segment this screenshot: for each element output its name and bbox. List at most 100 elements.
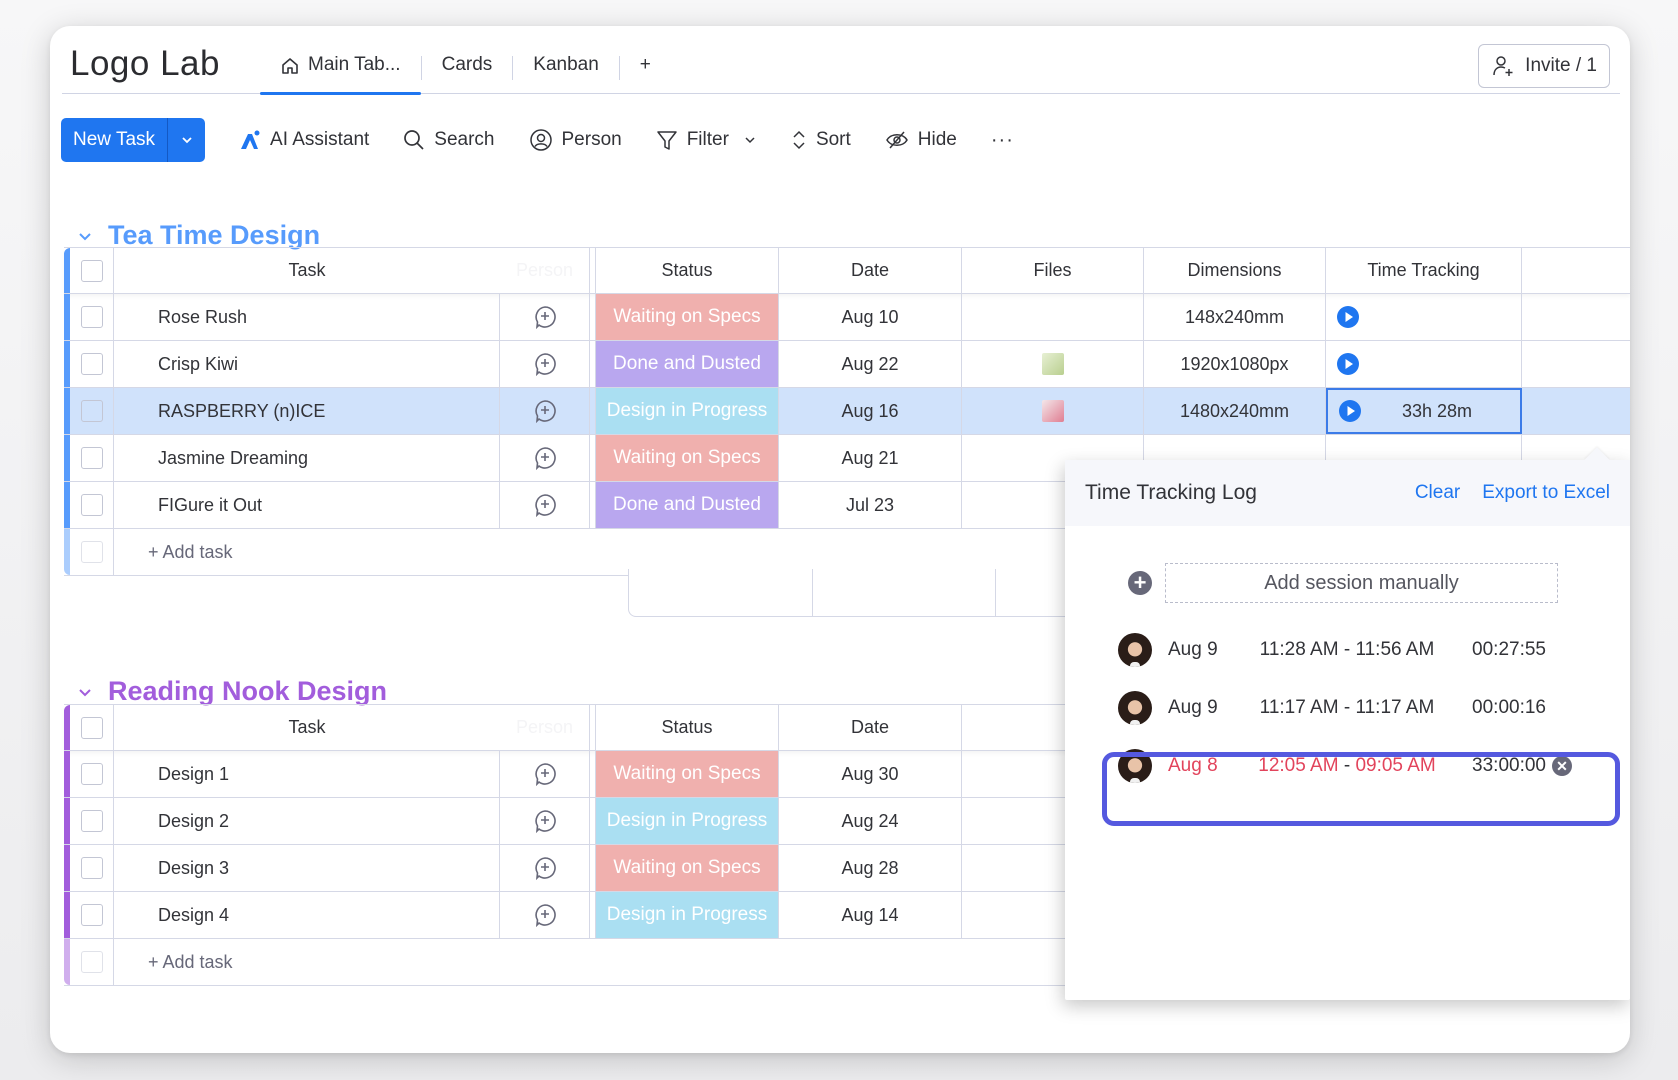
- row-checkbox[interactable]: [80, 306, 103, 328]
- ai-assistant-button[interactable]: AI Assistant: [239, 129, 369, 151]
- start-timer-button[interactable]: [1336, 305, 1360, 329]
- session-end-time[interactable]: 11:17 AM: [1355, 697, 1434, 718]
- status-cell[interactable]: Design in Progress: [596, 798, 779, 844]
- column-header-task[interactable]: Task: [114, 248, 500, 293]
- status-cell[interactable]: Done and Dusted: [596, 482, 779, 528]
- time-tracking-cell[interactable]: 33h 28m: [1326, 388, 1522, 434]
- column-header-date[interactable]: Date: [779, 705, 962, 750]
- row-checkbox[interactable]: [80, 904, 103, 926]
- tab-main-table[interactable]: Main Tab...: [260, 44, 421, 95]
- hide-button[interactable]: Hide: [885, 129, 957, 151]
- status-cell[interactable]: Waiting on Specs: [596, 294, 779, 340]
- status-cell[interactable]: Waiting on Specs: [596, 845, 779, 891]
- clear-log-link[interactable]: Clear: [1415, 482, 1460, 504]
- task-name[interactable]: FIGure it Out: [114, 482, 500, 528]
- files-cell[interactable]: [962, 294, 1144, 340]
- session-time-range[interactable]: 11:28 AM - 11:56 AM: [1238, 639, 1456, 661]
- date-cell[interactable]: Aug 14: [779, 892, 962, 938]
- column-header-files[interactable]: Files: [962, 248, 1144, 293]
- invite-button[interactable]: Invite / 1: [1478, 44, 1610, 88]
- start-timer-button[interactable]: [1338, 399, 1362, 423]
- column-header-person[interactable]: Person: [500, 248, 590, 293]
- search-button[interactable]: Search: [403, 129, 495, 151]
- start-timer-button[interactable]: [1336, 352, 1360, 376]
- add-update-button[interactable]: [500, 482, 590, 528]
- add-update-button[interactable]: [500, 892, 590, 938]
- time-tracking-cell[interactable]: [1326, 341, 1522, 387]
- dimensions-cell[interactable]: 1480x240mm: [1144, 388, 1326, 434]
- green-thumbnail[interactable]: [1041, 353, 1064, 375]
- dimensions-cell[interactable]: 1920x1080px: [1144, 341, 1326, 387]
- row-checkbox[interactable]: [80, 494, 103, 516]
- add-circle-icon[interactable]: +: [1128, 571, 1152, 595]
- row-checkbox[interactable]: [80, 857, 103, 879]
- row-checkbox[interactable]: [80, 353, 103, 375]
- add-update-button[interactable]: [500, 388, 590, 434]
- column-header-time-tracking[interactable]: Time Tracking: [1326, 248, 1522, 293]
- add-update-button[interactable]: [500, 798, 590, 844]
- add-update-button[interactable]: [500, 341, 590, 387]
- row-checkbox[interactable]: [80, 400, 103, 422]
- date-cell[interactable]: Aug 21: [779, 435, 962, 481]
- files-cell[interactable]: [962, 388, 1144, 434]
- task-name[interactable]: Design 1: [114, 751, 500, 797]
- task-name[interactable]: Design 4: [114, 892, 500, 938]
- row-checkbox[interactable]: [80, 763, 103, 785]
- tab-cards[interactable]: Cards: [422, 44, 513, 94]
- status-cell[interactable]: Design in Progress: [596, 892, 779, 938]
- new-task-button[interactable]: New Task: [61, 118, 167, 162]
- person-filter-button[interactable]: Person: [529, 128, 622, 152]
- date-cell[interactable]: Aug 24: [779, 798, 962, 844]
- column-header-task[interactable]: Task: [114, 705, 500, 750]
- status-cell[interactable]: Done and Dusted: [596, 341, 779, 387]
- select-all-checkbox[interactable]: [80, 259, 103, 282]
- filter-dropdown[interactable]: [743, 133, 757, 147]
- add-update-button[interactable]: [500, 435, 590, 481]
- task-name[interactable]: Design 3: [114, 845, 500, 891]
- files-cell[interactable]: [962, 341, 1144, 387]
- more-options-button[interactable]: ···: [991, 129, 1014, 152]
- dimensions-cell[interactable]: 148x240mm: [1144, 294, 1326, 340]
- column-header-date[interactable]: Date: [779, 248, 962, 293]
- select-all-checkbox[interactable]: [80, 716, 103, 739]
- task-name[interactable]: Jasmine Dreaming: [114, 435, 500, 481]
- date-cell[interactable]: Aug 30: [779, 751, 962, 797]
- sort-button[interactable]: Sort: [791, 128, 851, 152]
- new-task-dropdown[interactable]: [167, 118, 205, 162]
- add-session-manually-button[interactable]: Add session manually: [1165, 563, 1558, 603]
- status-cell[interactable]: Design in Progress: [596, 388, 779, 434]
- table-row[interactable]: RASPBERRY (n)ICE Design in Progress Aug 16…: [64, 388, 1630, 435]
- session-start-time[interactable]: 11:28 AM: [1260, 639, 1339, 660]
- task-name[interactable]: Design 2: [114, 798, 500, 844]
- date-cell[interactable]: Aug 22: [779, 341, 962, 387]
- add-update-button[interactable]: [500, 294, 590, 340]
- session-time-range[interactable]: 11:17 AM - 11:17 AM: [1238, 697, 1456, 719]
- tab-kanban[interactable]: Kanban: [513, 44, 619, 94]
- status-cell[interactable]: Waiting on Specs: [596, 751, 779, 797]
- table-row[interactable]: Crisp Kiwi Done and Dusted Aug 22 1920x1080…: [64, 341, 1630, 388]
- date-cell[interactable]: Aug 28: [779, 845, 962, 891]
- row-checkbox[interactable]: [80, 447, 103, 469]
- add-update-button[interactable]: [500, 751, 590, 797]
- task-name[interactable]: RASPBERRY (n)ICE: [114, 388, 500, 434]
- add-update-button[interactable]: [500, 845, 590, 891]
- column-header-person[interactable]: Person: [500, 705, 590, 750]
- table-row[interactable]: Rose Rush Waiting on Specs Aug 10 148x240mm: [64, 294, 1630, 341]
- date-cell[interactable]: Aug 10: [779, 294, 962, 340]
- status-cell[interactable]: Waiting on Specs: [596, 435, 779, 481]
- task-name[interactable]: Crisp Kiwi: [114, 341, 500, 387]
- group-header-reading-nook[interactable]: Reading Nook Design: [76, 676, 387, 707]
- column-header-status[interactable]: Status: [596, 248, 779, 293]
- export-to-excel-link[interactable]: Export to Excel: [1482, 482, 1610, 504]
- task-name[interactable]: Rose Rush: [114, 294, 500, 340]
- session-start-time[interactable]: 11:17 AM: [1260, 697, 1339, 718]
- add-view-button[interactable]: +: [620, 44, 671, 94]
- column-header-status[interactable]: Status: [596, 705, 779, 750]
- filter-button[interactable]: Filter: [656, 129, 729, 151]
- pink-thumbnail[interactable]: [1041, 400, 1064, 422]
- time-tracking-cell[interactable]: [1326, 294, 1522, 340]
- session-end-time[interactable]: 11:56 AM: [1355, 639, 1434, 660]
- date-cell[interactable]: Aug 16: [779, 388, 962, 434]
- date-cell[interactable]: Jul 23: [779, 482, 962, 528]
- column-header-dimensions[interactable]: Dimensions: [1144, 248, 1326, 293]
